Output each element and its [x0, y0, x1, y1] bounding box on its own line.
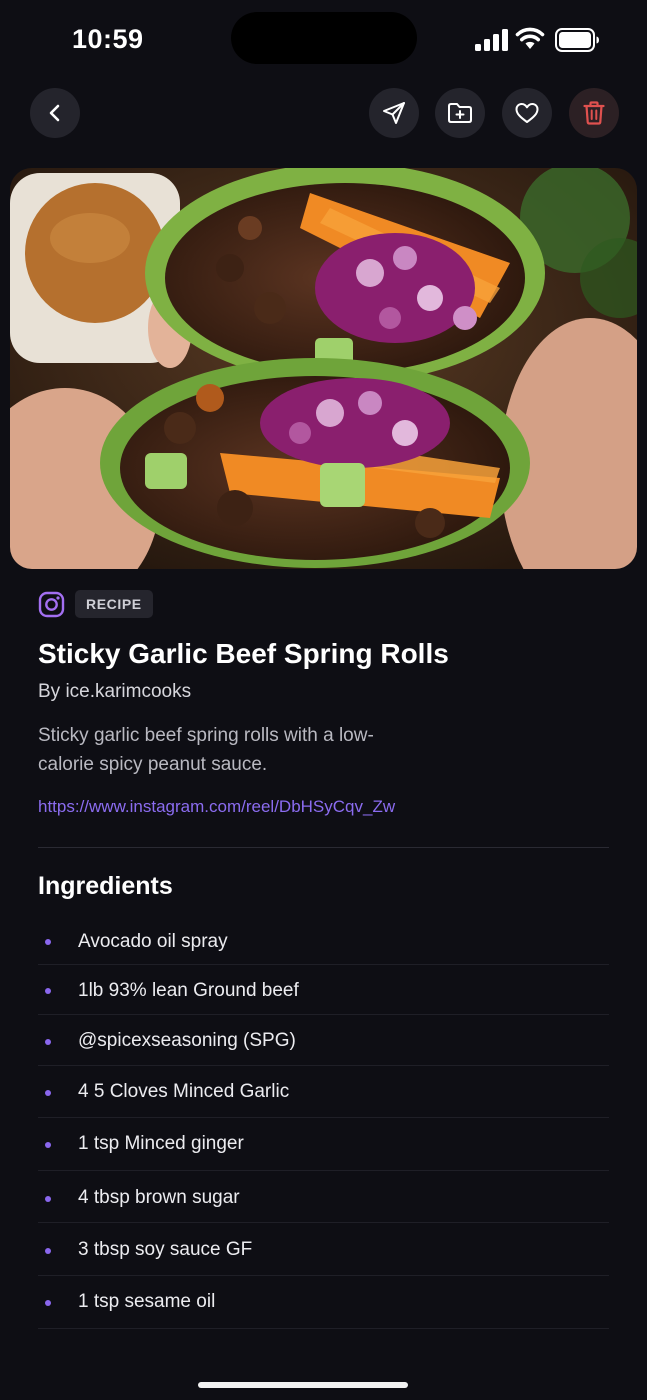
ingredient-text: 4 tbsp brown sugar — [78, 1187, 240, 1208]
save-to-folder-button[interactable] — [435, 88, 485, 138]
recipe-photo — [10, 168, 637, 569]
ingredient-text: 1 tsp sesame oil — [78, 1291, 216, 1312]
bullet-icon — [45, 1090, 51, 1096]
ingredient-item: 4 tbsp brown sugar — [38, 1171, 609, 1223]
recipe-description: Sticky garlic beef spring rolls with a l… — [38, 725, 374, 775]
home-indicator[interactable] — [198, 1382, 408, 1388]
bullet-icon — [45, 1248, 51, 1254]
divider — [38, 847, 609, 848]
ingredient-item: 3 tbsp soy sauce GF — [38, 1223, 609, 1276]
recipe-source-row: RECIPE — [38, 589, 153, 619]
ingredients-heading: Ingredients — [38, 872, 173, 900]
battery-icon — [555, 28, 599, 52]
send-icon — [383, 102, 405, 124]
bullet-icon — [45, 988, 51, 994]
ingredient-text: @spicexseasoning (SPG) — [78, 1030, 296, 1051]
ingredient-text: 1 tsp Minced ginger — [78, 1133, 244, 1154]
cellular-signal-icon — [475, 29, 508, 51]
bullet-icon — [45, 1142, 51, 1148]
ingredient-item: 1 tsp sesame oil — [38, 1276, 609, 1329]
ingredient-text: Avocado oil spray — [78, 931, 228, 952]
source-link[interactable]: https://www.instagram.com/reel/DbHSyCqv_… — [38, 797, 395, 817]
recipe-author: By ice.karimcooks — [38, 681, 192, 702]
ingredient-text: 1lb 93% lean Ground beef — [78, 980, 299, 1001]
wifi-icon — [515, 27, 545, 49]
ingredient-item: Avocado oil spray — [38, 917, 609, 965]
dynamic-island — [231, 12, 417, 64]
folder-plus-icon — [448, 103, 472, 123]
bullet-icon — [45, 1300, 51, 1306]
ingredient-item: 4 5 Cloves Minced Garlic — [38, 1066, 609, 1118]
ingredients-list: Avocado oil spray 1lb 93% lean Ground be… — [38, 917, 609, 1329]
chevron-left-icon — [49, 104, 60, 122]
share-button[interactable] — [369, 88, 419, 138]
ingredient-item: @spicexseasoning (SPG) — [38, 1015, 609, 1066]
heart-icon — [515, 103, 539, 123]
ingredient-text: 3 tbsp soy sauce GF — [78, 1239, 253, 1260]
ingredient-item: 1 tsp Minced ginger — [38, 1118, 609, 1171]
bullet-icon — [45, 939, 51, 945]
trash-icon — [583, 101, 605, 125]
instagram-icon — [38, 591, 65, 617]
delete-button[interactable] — [569, 88, 619, 138]
recipe-type-badge: RECIPE — [75, 590, 153, 618]
back-button[interactable] — [30, 88, 80, 138]
bullet-icon — [45, 1196, 51, 1202]
status-bar: 10:59 — [0, 0, 647, 80]
bullet-icon — [45, 1039, 51, 1045]
ingredient-text: 4 5 Cloves Minced Garlic — [78, 1081, 290, 1102]
ingredient-item: 1lb 93% lean Ground beef — [38, 965, 609, 1015]
recipe-title: Sticky Garlic Beef Spring Rolls — [38, 638, 449, 669]
status-time: 10:59 — [72, 24, 144, 54]
favorite-button[interactable] — [502, 88, 552, 138]
